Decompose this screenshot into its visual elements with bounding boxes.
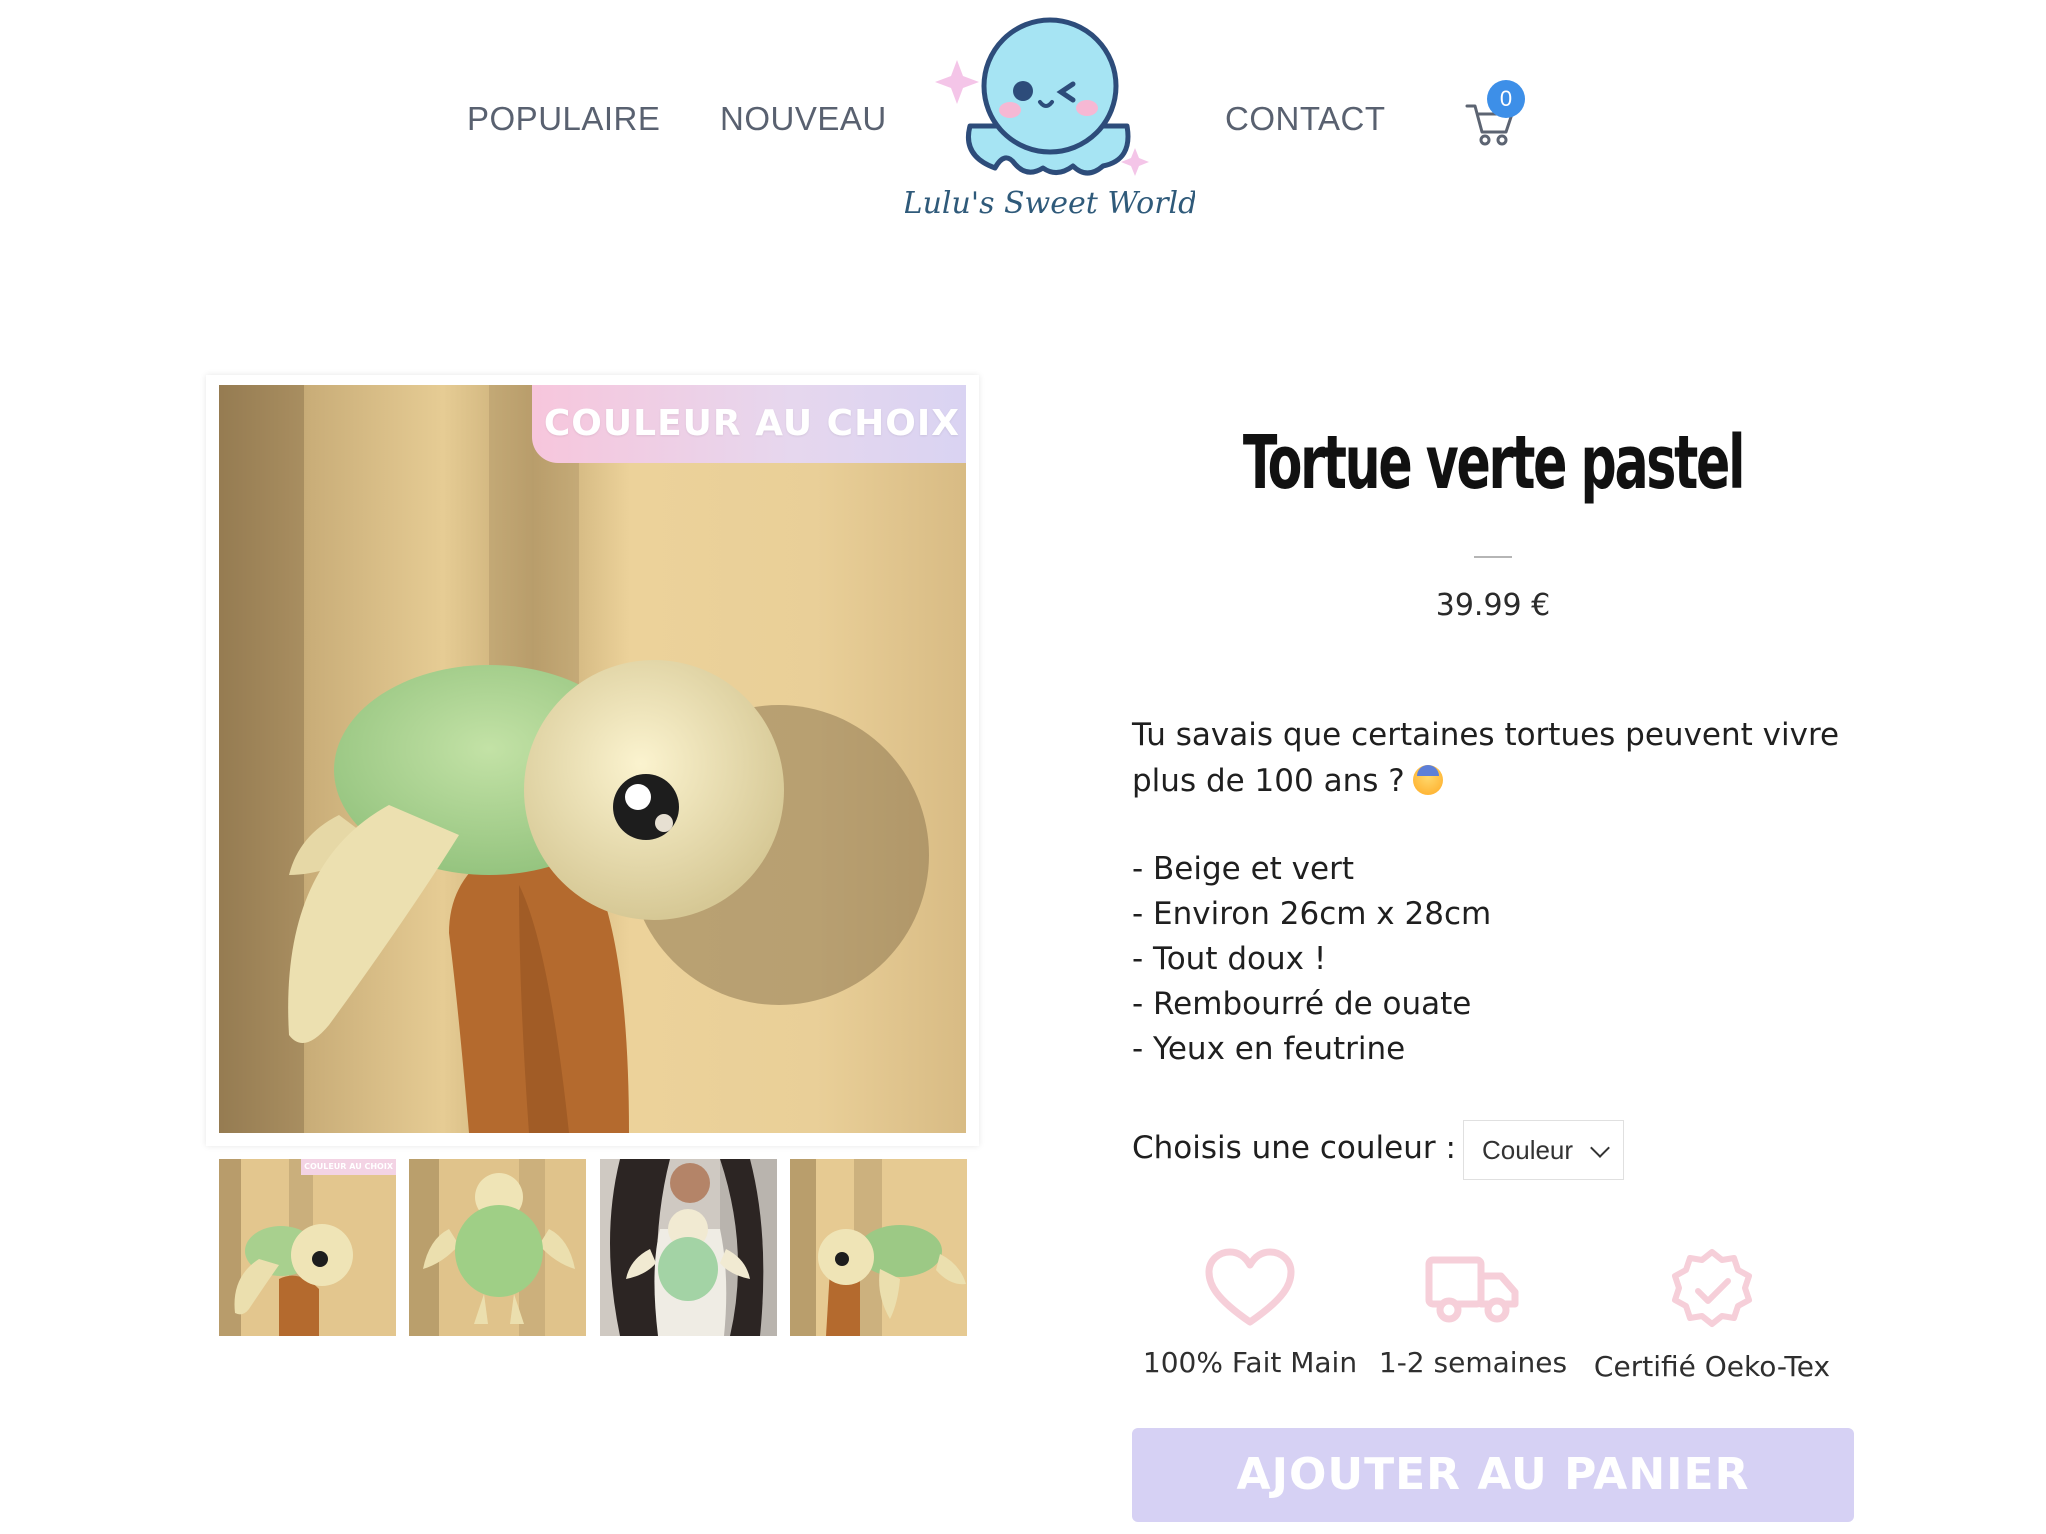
add-to-cart-button[interactable]: AJOUTER AU PANIER bbox=[1132, 1428, 1854, 1522]
color-choice-badge: COULEUR AU CHOIX bbox=[531, 385, 966, 463]
certified-badge-icon bbox=[1672, 1249, 1752, 1327]
feature-certification: Certifié Oeko-Tex bbox=[1592, 1248, 1832, 1383]
thumbnail-4[interactable] bbox=[790, 1159, 967, 1336]
bullet-item: - Environ 26cm x 28cm bbox=[1132, 896, 1492, 932]
product-title: Tortue verte pastel bbox=[1242, 420, 1746, 506]
turtle-thumbnail-image bbox=[219, 1159, 396, 1336]
nav-link-populaire[interactable]: POPULAIRE bbox=[467, 100, 660, 138]
thumbnail-3[interactable] bbox=[600, 1159, 777, 1336]
feature-label: Certifié Oeko-Tex bbox=[1593, 1350, 1831, 1383]
person-holding-turtle-thumbnail bbox=[600, 1159, 777, 1336]
color-select[interactable]: Couleur bbox=[1463, 1120, 1624, 1180]
feature-handmade: 100% Fait Main bbox=[1130, 1248, 1370, 1379]
feature-delivery: 1-2 semaines bbox=[1353, 1248, 1593, 1379]
color-select-label: Choisis une couleur : bbox=[1132, 1130, 1456, 1166]
turtle-plush-photo bbox=[219, 385, 966, 1133]
thumbnail-2[interactable] bbox=[409, 1159, 586, 1336]
nav-link-contact[interactable]: CONTACT bbox=[1225, 100, 1386, 138]
color-select-value: Couleur bbox=[1482, 1135, 1574, 1165]
thumbnail-1[interactable]: COULEUR AU CHOIX bbox=[219, 1159, 396, 1336]
product-price: 39.99 € bbox=[1435, 588, 1551, 623]
title-divider bbox=[1474, 556, 1512, 558]
description-intro-line-1: Tu savais que certaines tortues peuvent … bbox=[1132, 717, 1840, 753]
turtle-side-view-thumbnail bbox=[790, 1159, 967, 1336]
octopus-logo-icon: Lulu's Sweet World bbox=[902, 17, 1197, 221]
turtle-top-view-thumbnail bbox=[409, 1159, 586, 1336]
main-product-image[interactable]: COULEUR AU CHOIX bbox=[219, 385, 966, 1133]
thumbnail-badge: COULEUR AU CHOIX bbox=[301, 1159, 396, 1175]
site-logo[interactable]: Lulu's Sweet World bbox=[902, 8, 1197, 228]
bullet-item: - Yeux en feutrine bbox=[1132, 1031, 1406, 1067]
chevron-down-icon bbox=[1590, 1138, 1610, 1158]
description-intro-text: plus de 100 ans ? bbox=[1132, 763, 1405, 799]
bullet-item: - Rembourré de ouate bbox=[1132, 986, 1472, 1022]
description-intro-line-2: plus de 100 ans ? bbox=[1132, 763, 1852, 799]
scared-face-emoji-icon bbox=[1412, 765, 1443, 795]
heart-icon bbox=[1205, 1248, 1295, 1326]
svg-text:Lulu's Sweet World: Lulu's Sweet World bbox=[905, 186, 1195, 221]
feature-label: 100% Fait Main bbox=[1142, 1346, 1358, 1379]
nav-link-nouveau[interactable]: NOUVEAU bbox=[720, 100, 887, 138]
cart-count-badge: 0 bbox=[1487, 80, 1525, 118]
bullet-item: - Tout doux ! bbox=[1132, 941, 1327, 977]
feature-label: 1-2 semaines bbox=[1378, 1346, 1568, 1379]
bullet-item: - Beige et vert bbox=[1132, 851, 1354, 887]
truck-icon bbox=[1425, 1256, 1519, 1323]
